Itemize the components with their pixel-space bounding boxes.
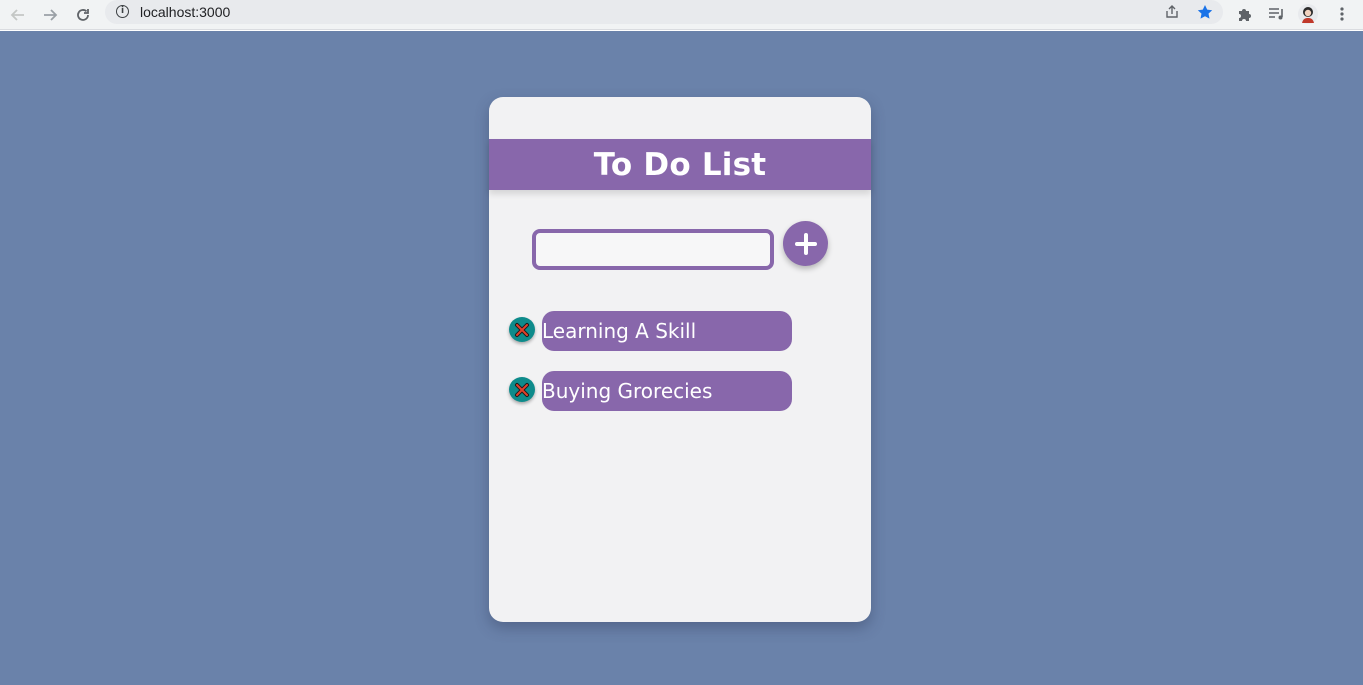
todo-input[interactable]: [532, 229, 774, 270]
delete-button[interactable]: [509, 377, 535, 402]
back-button[interactable]: [6, 3, 30, 27]
kebab-menu-icon: [1340, 7, 1344, 21]
forward-button[interactable]: [38, 3, 62, 27]
todo-item-text: Buying Grorecies: [542, 371, 792, 411]
reload-button[interactable]: [71, 3, 95, 27]
header-bar: To Do List: [489, 139, 871, 190]
share-button[interactable]: [1163, 3, 1181, 21]
page-background: To Do List Learning A Skill Buying Grore…: [0, 31, 1363, 685]
address-bar[interactable]: i localhost:3000: [105, 0, 1223, 24]
close-icon: [515, 322, 529, 337]
todo-item-text: Learning A Skill: [542, 311, 792, 351]
info-icon[interactable]: i: [116, 5, 129, 18]
menu-button[interactable]: [1331, 3, 1353, 25]
todo-card: To Do List Learning A Skill Buying Grore…: [489, 97, 871, 622]
todo-item: Learning A Skill: [509, 311, 799, 351]
todo-item: Buying Grorecies: [509, 371, 799, 411]
delete-button[interactable]: [509, 317, 535, 342]
puzzle-icon: [1239, 9, 1251, 21]
profile-button[interactable]: [1297, 3, 1319, 25]
page-title: To Do List: [593, 146, 767, 183]
reload-icon: [77, 9, 89, 21]
playlist-icon: [1269, 8, 1283, 20]
close-icon: [515, 382, 529, 397]
arrow-right-icon: [44, 9, 58, 21]
browser-toolbar: i localhost:3000: [0, 0, 1363, 30]
star-icon: [1197, 5, 1213, 19]
plus-icon: [794, 232, 817, 255]
arrow-left-icon: [10, 9, 24, 21]
url-text: localhost:3000: [140, 4, 231, 20]
extensions-button[interactable]: [1234, 3, 1256, 25]
media-button[interactable]: [1266, 3, 1288, 25]
add-button[interactable]: [783, 221, 828, 266]
avatar: [1298, 4, 1318, 24]
share-icon: [1166, 5, 1178, 18]
bookmark-button[interactable]: [1196, 3, 1214, 21]
